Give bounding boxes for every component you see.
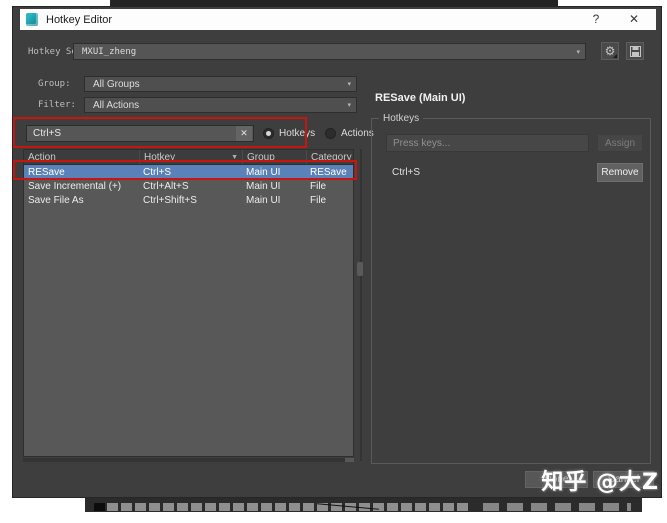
close-icon[interactable]: ✕ bbox=[626, 12, 642, 26]
help-button[interactable]: ? bbox=[588, 12, 604, 26]
dialog-title: Hotkey Editor bbox=[46, 14, 112, 26]
group-label: Group: bbox=[38, 79, 71, 89]
hotkey-editor-dialog: Hotkey Editor ? ✕ Hotkey Set: MXUI_zheng… bbox=[12, 6, 662, 498]
assigned-hotkey: Ctrl+S bbox=[392, 167, 420, 178]
save-hotkey-set-button[interactable] bbox=[626, 42, 644, 60]
cell-group: Main UI bbox=[242, 181, 306, 192]
cell-category: File bbox=[306, 195, 353, 206]
screenshot-page: Hotkey Editor ? ✕ Hotkey Set: MXUI_zheng… bbox=[0, 0, 667, 523]
table-row[interactable]: Save Incremental (+) Ctrl+Alt+S Main UI … bbox=[24, 179, 353, 193]
column-header-hotkey[interactable]: Hotkey ▼ bbox=[139, 150, 242, 164]
titlebar[interactable]: Hotkey Editor ? ✕ bbox=[20, 9, 656, 30]
table-header: Action Hotkey ▼ Group Category bbox=[24, 150, 353, 165]
remove-button[interactable]: Remove bbox=[597, 163, 643, 182]
table-row[interactable]: Save File As Ctrl+Shift+S Main UI File bbox=[24, 193, 353, 207]
cell-group: Main UI bbox=[242, 167, 306, 178]
cell-group: Main UI bbox=[242, 195, 306, 206]
panel-splitter[interactable] bbox=[360, 149, 362, 461]
timeline-cap bbox=[94, 503, 105, 511]
cell-hotkey: Ctrl+S bbox=[139, 167, 242, 178]
column-header-group[interactable]: Group bbox=[242, 150, 306, 164]
timeline-strip bbox=[85, 498, 642, 512]
assign-button[interactable]: Assign bbox=[597, 134, 643, 152]
watermark: 知乎 @大Z bbox=[541, 464, 659, 496]
timeline-ticks bbox=[107, 503, 469, 511]
cell-category: RESave bbox=[306, 167, 353, 178]
table-row[interactable]: RESave Ctrl+S Main UI RESave bbox=[24, 165, 353, 179]
hotkeys-groupbox: Hotkeys Assign Ctrl+S Remove bbox=[371, 118, 651, 464]
horizontal-scrollbar[interactable] bbox=[23, 458, 354, 462]
search-input[interactable] bbox=[27, 126, 236, 141]
hotkey-set-options-button[interactable]: ⚙ bbox=[601, 42, 619, 60]
chevron-down-icon: ▾ bbox=[347, 101, 356, 109]
scrollbar-corner bbox=[345, 458, 354, 462]
cell-hotkey: Ctrl+Alt+S bbox=[139, 181, 242, 192]
filter-value: All Actions bbox=[85, 100, 347, 111]
clear-search-icon[interactable]: ✕ bbox=[236, 126, 252, 141]
hotkey-set-value: MXUI_zheng bbox=[74, 47, 576, 57]
splitter-grip[interactable] bbox=[357, 262, 363, 276]
group-value: All Groups bbox=[85, 79, 347, 90]
column-header-category[interactable]: Category bbox=[306, 150, 353, 164]
radio-dot-icon bbox=[263, 128, 274, 139]
cell-hotkey: Ctrl+Shift+S bbox=[139, 195, 242, 206]
sort-descending-icon: ▼ bbox=[231, 154, 238, 161]
press-keys-input[interactable] bbox=[386, 134, 589, 152]
filter-label: Filter: bbox=[38, 100, 76, 110]
flyout-corner-icon bbox=[613, 54, 617, 58]
app-icon bbox=[26, 13, 38, 26]
group-dropdown[interactable]: All Groups ▾ bbox=[84, 76, 357, 92]
groupbox-label: Hotkeys bbox=[379, 113, 423, 124]
hotkey-table: Action Hotkey ▼ Group Category RESave Ct… bbox=[23, 149, 354, 457]
timeline-ticks bbox=[483, 503, 631, 511]
chevron-down-icon: ▾ bbox=[347, 80, 356, 88]
cell-action: RESave bbox=[24, 167, 139, 178]
cell-category: File bbox=[306, 181, 353, 192]
detail-title: RESave (Main UI) bbox=[375, 92, 465, 104]
column-header-action[interactable]: Action bbox=[24, 150, 139, 164]
cell-action: Save File As bbox=[24, 195, 139, 206]
save-icon bbox=[630, 46, 641, 57]
cell-action: Save Incremental (+) bbox=[24, 181, 139, 192]
hotkeys-radio[interactable]: Hotkeys bbox=[263, 128, 315, 139]
radio-dot-icon bbox=[325, 128, 336, 139]
hotkeys-radio-label: Hotkeys bbox=[279, 128, 315, 139]
actions-radio-label: Actions bbox=[341, 128, 374, 139]
hotkey-set-dropdown[interactable]: MXUI_zheng ▾ bbox=[73, 43, 586, 60]
search-field: ✕ bbox=[26, 125, 254, 142]
actions-radio[interactable]: Actions bbox=[325, 128, 374, 139]
chevron-down-icon: ▾ bbox=[576, 48, 585, 56]
filter-dropdown[interactable]: All Actions ▾ bbox=[84, 97, 357, 113]
